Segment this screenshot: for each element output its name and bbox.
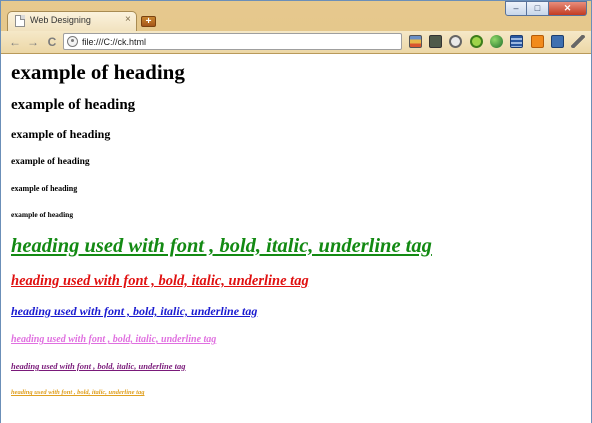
reload-button[interactable]: C — [44, 34, 60, 50]
heading-h4: example of heading — [11, 157, 90, 167]
font-line-2: heading used with font , bold, italic, u… — [11, 273, 309, 289]
browser-tab[interactable]: Web Designing × — [7, 11, 137, 31]
maximize-button[interactable]: □ — [527, 1, 549, 16]
font-line-6: heading used with font , bold, italic, u… — [11, 389, 145, 396]
tab-title: Web Designing — [30, 15, 91, 25]
new-tab-button[interactable]: + — [141, 16, 156, 27]
font-line-4: heading used with font , bold, italic, u… — [11, 334, 217, 345]
page-info-icon[interactable] — [67, 36, 78, 47]
camera-icon[interactable] — [551, 35, 564, 48]
bookmarks-icon[interactable] — [409, 35, 422, 48]
page-content: example of heading example of heading ex… — [1, 54, 591, 423]
browser-window: Web Designing × + – □ ✕ ← → C example of… — [0, 0, 592, 423]
wrench-icon[interactable] — [571, 35, 585, 48]
heading-h1: example of heading — [11, 60, 185, 84]
heading-h3: example of heading — [11, 127, 111, 141]
address-bar[interactable] — [63, 33, 402, 50]
window-controls: – □ ✕ — [505, 1, 587, 16]
page-file-icon — [15, 15, 25, 27]
tab-close-icon[interactable]: × — [125, 14, 131, 25]
globe-icon[interactable] — [490, 35, 503, 48]
close-window-button[interactable]: ✕ — [549, 1, 587, 16]
font-line-5: heading used with font , bold, italic, u… — [11, 361, 186, 371]
title-bar: Web Designing × + – □ ✕ — [1, 1, 591, 31]
alarm-icon[interactable] — [470, 35, 483, 48]
k-extension-icon[interactable] — [429, 35, 442, 48]
menu-lines-icon[interactable] — [510, 35, 523, 48]
forward-button[interactable]: → — [25, 34, 41, 50]
browser-toolbar: ← → C — [1, 31, 591, 54]
heading-h5: example of heading — [11, 184, 78, 193]
font-line-1: heading used with font , bold, italic, u… — [11, 235, 432, 257]
url-input[interactable] — [82, 34, 392, 49]
font-line-3: heading used with font , bold, italic, u… — [11, 304, 258, 318]
feed-icon[interactable] — [449, 35, 462, 48]
blogger-icon[interactable] — [531, 35, 544, 48]
heading-h6: example of heading — [11, 210, 74, 219]
back-button[interactable]: ← — [7, 34, 23, 50]
heading-h2: example of heading — [11, 97, 136, 113]
minimize-button[interactable]: – — [505, 1, 527, 16]
